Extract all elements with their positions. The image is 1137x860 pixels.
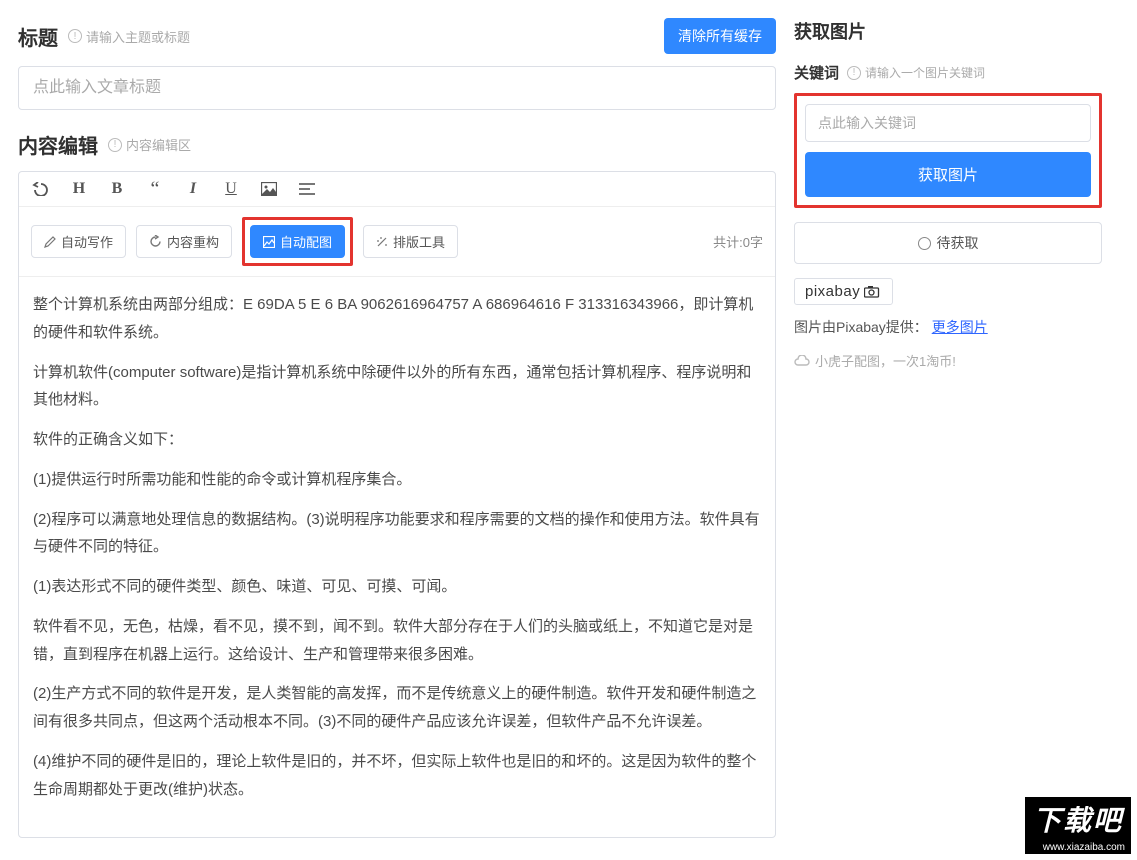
auto-image-button[interactable]: 自动配图 (250, 225, 345, 258)
auto-write-button[interactable]: 自动写作 (31, 225, 126, 258)
title-label: 标题 (18, 22, 58, 51)
watermark-text: 下载吧 (1025, 797, 1131, 841)
title-section-header: 标题 ! 请输入主题或标题 清除所有缓存 (18, 18, 776, 54)
keyword-label: 关键词 (794, 62, 839, 83)
title-hint: ! 请输入主题或标题 (68, 27, 190, 46)
undo-icon[interactable] (31, 182, 51, 196)
refresh-icon (149, 235, 162, 248)
fetch-image-button[interactable]: 获取图片 (805, 152, 1091, 197)
heading-icon[interactable]: H (69, 180, 89, 198)
info-icon: ! (847, 66, 861, 80)
paragraph: (1)表达形式不同的硬件类型、颜色、味道、可见、可摸、可闻。 (33, 573, 761, 601)
provider-line: 图片由Pixabay提供： 更多图片 (794, 317, 1102, 337)
paragraph: 整个计算机系统由两部分组成：E 69DA 5 E 6 BA 9062616964… (33, 291, 761, 347)
paragraph: (2)程序可以满意地处理信息的数据结构。(3)说明程序功能要求和程序需要的文档的… (33, 506, 761, 562)
camera-icon (864, 286, 882, 298)
clear-cache-button[interactable]: 清除所有缓存 (664, 18, 776, 54)
watermark-url: www.xiazaiba.com (1025, 841, 1131, 854)
restructure-button[interactable]: 内容重构 (136, 225, 232, 258)
format-toolbar: H B “ I U (19, 172, 775, 207)
content-edit-hint: ! 内容编辑区 (108, 135, 191, 154)
paragraph: (2)生产方式不同的软件是开发，是人类智能的高发挥，而不是传统意义上的硬件制造。… (33, 680, 761, 736)
action-toolbar: 自动写作 内容重构 自动配图 排版工具 共计:0字 (19, 207, 775, 277)
image-icon[interactable] (259, 182, 279, 196)
italic-icon[interactable]: I (183, 180, 203, 198)
cloud-icon (794, 355, 810, 367)
editor-frame: H B “ I U 自动写作 内容重构 (18, 171, 776, 838)
paragraph: 软件看不见，无色，枯燥，看不见，摸不到，闻不到。软件大部分存在于人们的头脑或纸上… (33, 613, 761, 669)
align-icon[interactable] (297, 183, 317, 195)
keyword-highlight-box: 获取图片 (794, 93, 1102, 208)
fetch-image-title: 获取图片 (794, 18, 1102, 44)
quote-icon[interactable]: “ (145, 184, 165, 194)
keyword-input[interactable] (805, 104, 1091, 142)
info-icon: ! (68, 29, 82, 43)
auto-image-highlight: 自动配图 (242, 217, 353, 266)
content-edit-label: 内容编辑 (18, 130, 98, 159)
wand-icon (376, 236, 388, 248)
paragraph: (4)维护不同的硬件是旧的，理论上软件是旧的，并不坏，但实际上软件也是旧的和坏的… (33, 748, 761, 804)
underline-icon[interactable]: U (221, 180, 241, 198)
paragraph: 计算机软件(computer software)是指计算机系统中除硬件以外的所有… (33, 359, 761, 415)
pixabay-badge: pixabay (794, 278, 893, 305)
word-count: 共计:0字 (713, 232, 763, 251)
layout-tool-button[interactable]: 排版工具 (363, 225, 458, 258)
content-section-header: 内容编辑 ! 内容编辑区 (18, 130, 776, 159)
editor-body[interactable]: 整个计算机系统由两部分组成：E 69DA 5 E 6 BA 9062616964… (19, 277, 775, 837)
pencil-icon (44, 236, 56, 248)
paragraph: 软件的正确含义如下： (33, 426, 761, 454)
pending-button[interactable]: 待获取 (794, 222, 1102, 264)
footer-note: 小虎子配图，一次1淘币! (794, 351, 1102, 370)
keyword-row: 关键词 ! 请输入一个图片关键词 (794, 62, 1102, 83)
keyword-hint: ! 请输入一个图片关键词 (847, 64, 985, 81)
watermark: 下载吧 www.xiazaiba.com (1025, 797, 1131, 854)
info-icon: ! (108, 138, 122, 152)
circle-icon (918, 237, 931, 250)
more-images-link[interactable]: 更多图片 (932, 319, 988, 335)
picture-icon (263, 236, 275, 248)
bold-icon[interactable]: B (107, 180, 127, 198)
paragraph: (1)提供运行时所需功能和性能的命令或计算机程序集合。 (33, 466, 761, 494)
article-title-input[interactable] (18, 66, 776, 110)
